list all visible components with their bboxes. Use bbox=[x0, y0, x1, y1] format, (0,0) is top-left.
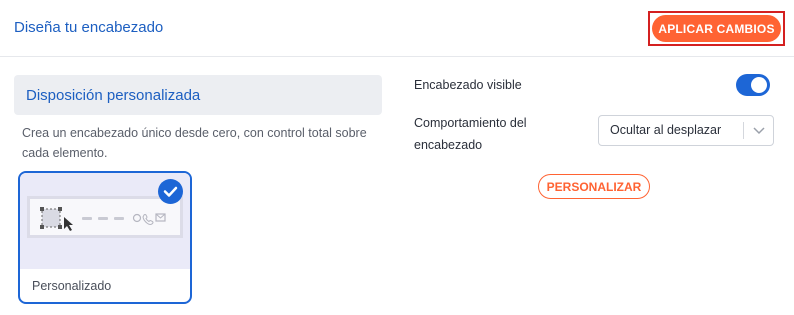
check-icon bbox=[158, 179, 183, 204]
layout-description: Crea un encabezado único desde cero, con… bbox=[22, 126, 367, 160]
customize-button[interactable]: PERSONALIZAR bbox=[538, 174, 650, 199]
behavior-select-value: Ocultar al desplazar bbox=[610, 123, 722, 137]
header-visible-toggle[interactable] bbox=[736, 74, 770, 96]
layout-section-header: Disposición personalizada bbox=[14, 75, 382, 115]
phone-icon bbox=[142, 214, 154, 225]
behavior-label: Comportamiento del encabezado bbox=[414, 116, 527, 152]
select-separator bbox=[743, 122, 744, 139]
layout-section-title: Disposición personalizada bbox=[26, 87, 201, 104]
apply-changes-button[interactable]: APLICAR CAMBIOS bbox=[652, 15, 781, 42]
layout-card-label: Personalizado bbox=[32, 279, 112, 293]
behavior-select[interactable]: Ocultar al desplazar bbox=[598, 115, 774, 146]
page-title: Diseña tu encabezado bbox=[14, 19, 164, 36]
chevron-down-icon bbox=[753, 127, 765, 135]
header-design-page: Diseña tu encabezado APLICAR CAMBIOS Dis… bbox=[0, 0, 794, 315]
cursor-icon bbox=[64, 217, 73, 231]
preview-illustration bbox=[40, 207, 166, 231]
preview-header-bar bbox=[30, 199, 180, 235]
toggle-knob bbox=[751, 77, 767, 93]
visible-label: Encabezado visible bbox=[414, 78, 522, 92]
chat-icon bbox=[132, 213, 142, 223]
